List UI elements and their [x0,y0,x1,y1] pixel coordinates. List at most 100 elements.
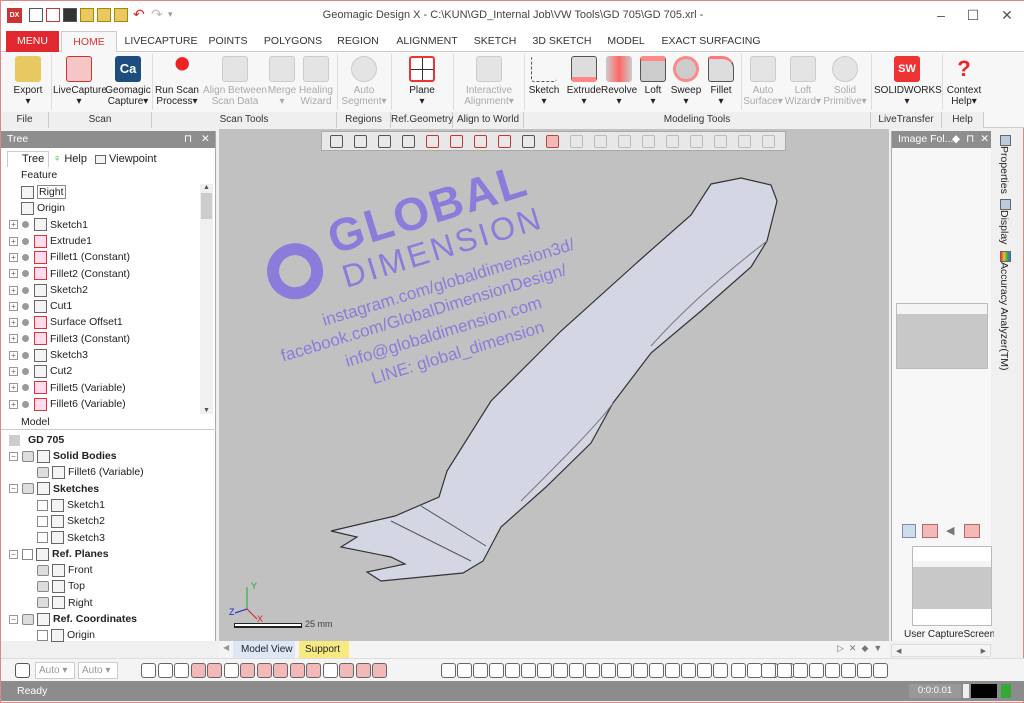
feature-item[interactable]: + Sketch1 [9,217,88,233]
selection-tool-icon[interactable] [857,663,872,678]
expand-icon[interactable]: + [9,269,18,279]
export-button[interactable]: Export ▾ [7,54,49,107]
prev-arrow-icon[interactable]: ◀ [946,524,954,537]
selection-tool-icon[interactable] [441,663,456,678]
maximize-button[interactable]: ☐ [963,7,983,24]
panel-controls[interactable]: ◆⊓✕ [952,131,995,148]
pin-icon[interactable]: ⊓ [184,131,192,148]
extrude-button[interactable]: Extrude ▾ [566,54,602,107]
sweep-button[interactable]: Sweep ▾ [669,54,703,107]
visibility-checkbox[interactable] [37,499,48,511]
model-tree-item[interactable]: − Solid Bodies [9,448,117,464]
collapse-icon[interactable]: − [9,614,18,624]
model-tree-item[interactable]: Front [37,562,93,578]
capture-icon[interactable] [964,524,980,538]
solid-primitive-button[interactable]: Solid Primitive▾ [823,54,867,107]
selection-tool-icon[interactable] [617,663,632,678]
selection-tool-icon[interactable] [141,663,156,678]
feature-item[interactable]: Right [21,184,66,200]
minimize-button[interactable]: – [931,7,951,23]
selection-tool-icon[interactable] [273,663,288,678]
geomagic-capture-button[interactable]: Ca Geomagic Capture▾ [105,54,151,107]
eye-icon[interactable] [37,581,49,593]
tab-exact-surfacing[interactable]: EXACT SURFACING [661,31,761,52]
model-tree-item[interactable]: Right [37,595,93,611]
selection-tool-icon[interactable] [553,663,568,678]
tab-support[interactable]: Support [299,641,349,658]
livecapture-button[interactable]: LiveCapture ▾ [53,54,107,107]
model-tree-item[interactable]: Sketch1 [37,497,105,513]
selection-tool-icon[interactable] [457,663,472,678]
selection-tool-icon[interactable] [489,663,504,678]
selection-tool-icon[interactable] [747,663,762,678]
feature-item[interactable]: + Sketch2 [9,282,88,298]
selection-tool-icon[interactable] [207,663,222,678]
selection-tool-icon[interactable] [633,663,648,678]
image-thumbnail[interactable] [896,303,988,369]
selection-combo-1[interactable]: Auto ▾ [35,662,75,679]
collapse-icon[interactable]: − [9,549,18,559]
selection-tool-icon[interactable] [841,663,856,678]
selection-combo-2[interactable]: Auto ▾ [78,662,118,679]
tab-scroll-left-icon[interactable]: ◀ [223,643,229,652]
selection-tool-icon[interactable] [649,663,664,678]
selection-tool-icon[interactable] [873,663,888,678]
selection-tool-icon[interactable] [665,663,680,678]
feature-item[interactable]: + Fillet6 (Variable) [9,396,126,412]
close-panel-icon[interactable]: ✕ [201,131,210,148]
tab-model-view[interactable]: Model View [233,641,295,658]
selection-tool-icon[interactable] [174,663,189,678]
expand-icon[interactable]: + [9,383,18,393]
model-tree-item[interactable]: Sketch2 [37,513,105,529]
tab-help[interactable]: ♀ Help [53,152,87,167]
model-tree-item[interactable]: − Sketches [9,481,99,497]
eye-icon[interactable] [37,597,49,609]
tab-3d-sketch[interactable]: 3D SKETCH [529,31,595,52]
expand-icon[interactable]: + [9,285,18,295]
close-button[interactable]: ✕ [997,7,1017,24]
visibility-checkbox[interactable] [22,548,33,560]
feature-item[interactable]: + Extrude1 [9,233,92,249]
feature-item[interactable]: + Fillet1 (Constant) [9,249,130,265]
selection-filter-icon[interactable] [15,663,30,678]
healing-wizard-button[interactable]: Healing Wizard [299,54,333,107]
model-tree-item[interactable]: Sketch3 [37,530,105,546]
feature-item[interactable]: + Sketch3 [9,347,88,363]
selection-tool-icon[interactable] [372,663,387,678]
visibility-checkbox[interactable] [37,515,48,527]
selection-tool-icon[interactable] [157,663,173,678]
selection-tool-icon[interactable] [223,663,239,678]
tab-nav-controls[interactable]: ▷✕◆▼ [837,643,887,654]
tab-home[interactable]: HOME [61,31,117,53]
tab-region[interactable]: REGION [333,31,383,52]
selection-tool-icon[interactable] [355,663,371,678]
capture-thumbnail[interactable] [912,546,992,626]
run-scan-process-button[interactable]: Run Scan Process▾ [154,54,200,107]
expand-icon[interactable]: + [9,318,18,328]
feature-item[interactable]: Origin [21,200,65,216]
side-tab-display[interactable]: Display [998,199,1014,244]
model-root[interactable]: GD 705 [9,432,64,448]
selection-tool-icon[interactable] [322,663,338,678]
tab-sketch[interactable]: SKETCH [471,31,519,52]
feature-item[interactable]: + Cut2 [9,363,72,379]
feature-item[interactable]: + Fillet3 (Constant) [9,331,130,347]
selection-tool-icon[interactable] [825,663,840,678]
feature-item[interactable]: + Fillet2 (Constant) [9,266,130,282]
selection-tool-icon[interactable] [713,663,728,678]
tab-livecapture[interactable]: LIVECAPTURE [119,31,203,52]
selection-tool-icon[interactable] [809,663,824,678]
model-tree-item[interactable]: − Ref. Coordinates [9,611,137,627]
expand-icon[interactable]: + [9,220,18,230]
eye-icon[interactable] [22,483,34,495]
feature-scrollbar[interactable]: ▲ ▼ [200,184,213,414]
align-between-scan-data-button[interactable]: Align Between Scan Data [203,54,267,107]
model-tree-item[interactable]: Top [37,578,85,594]
selection-tool-icon[interactable] [521,663,536,678]
selection-tool-icon[interactable] [793,663,808,678]
view-grid-icon[interactable] [902,524,916,538]
expand-icon[interactable]: + [9,236,18,246]
loft-wizard-button[interactable]: Loft Wizard▾ [784,54,822,107]
selection-tool-icon[interactable] [339,663,354,678]
model-tree-item[interactable]: − Ref. Planes [9,546,109,562]
